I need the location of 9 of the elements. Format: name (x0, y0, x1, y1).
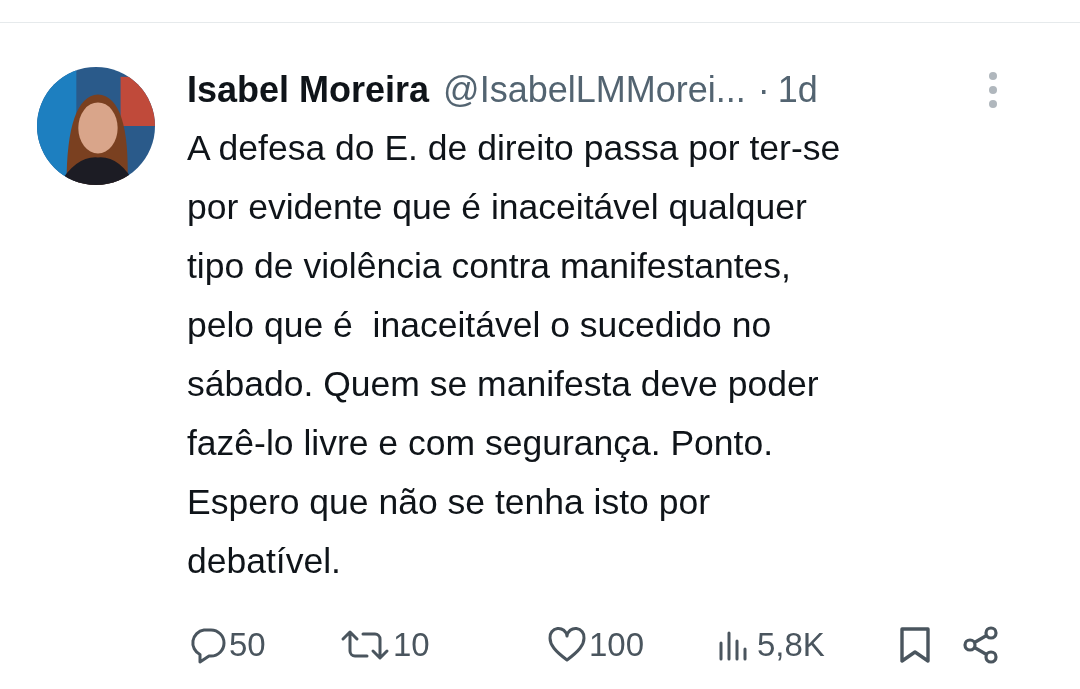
post-time[interactable]: 1d (777, 69, 818, 111)
post-text: A defesa do E. de direito passa por ter-se por evidente que é inaceitável qualquer tipo de violência contra manifestantes, pelo que é inaceitável o sucedido no sábado. Quem se manifesta deve poder fazê-lo livre e com segurança. Ponto. Espero que não se tenha isto por debatível. (187, 127, 842, 583)
author-name[interactable]: Isabel Moreira (187, 69, 430, 111)
action-count: 10 (393, 626, 430, 664)
action-count: 100 (589, 626, 645, 664)
separator-dot: · (757, 69, 770, 111)
action-count: 50 (229, 626, 266, 664)
action-count: 5,8K (757, 626, 825, 664)
author-handle[interactable]: @IsabelLMMorei... (443, 69, 746, 111)
